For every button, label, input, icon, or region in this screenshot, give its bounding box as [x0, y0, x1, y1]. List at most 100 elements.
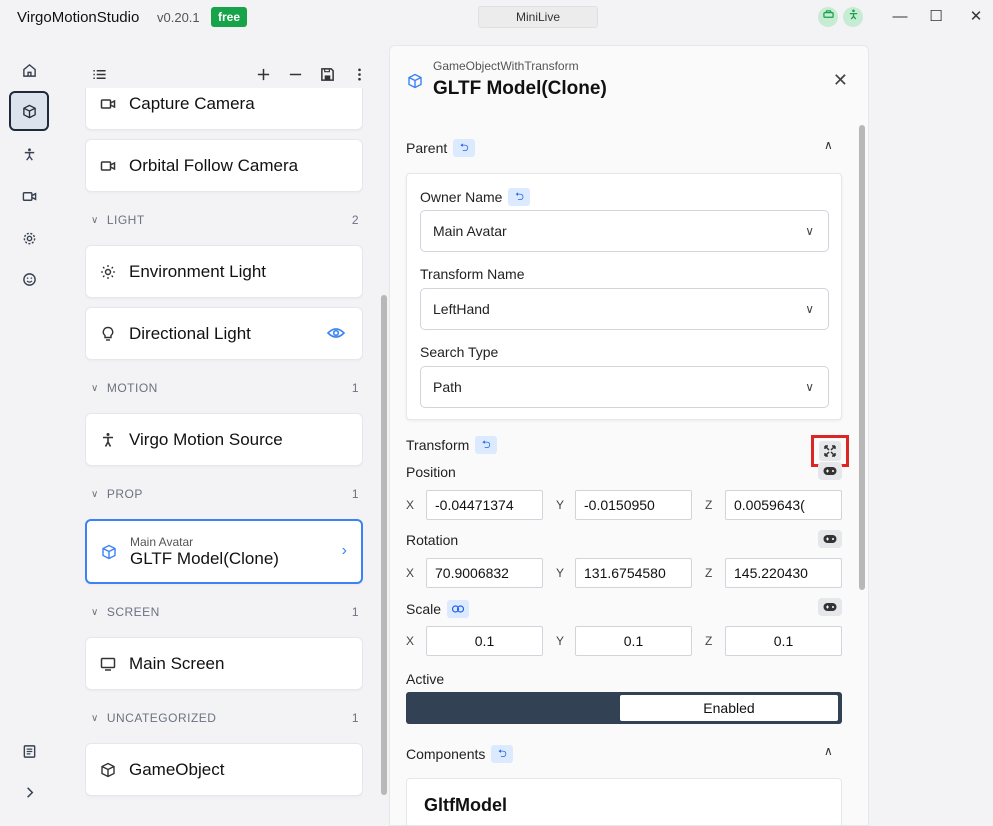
list-item-label: Virgo Motion Source — [129, 429, 283, 449]
rotation-label: Rotation — [406, 532, 459, 548]
section-header-prop[interactable]: ∨ PROP 1 — [91, 484, 363, 504]
rotation-z-input[interactable]: 145.220430 — [725, 558, 842, 588]
gamepad-icon[interactable] — [818, 598, 842, 616]
link-scale-button[interactable] — [447, 600, 470, 618]
list-item-main-screen[interactable]: Main Screen — [85, 637, 363, 690]
expand-rail-button[interactable] — [9, 772, 49, 812]
active-enabled-option[interactable]: Enabled — [620, 695, 838, 721]
scale-z-input[interactable]: 0.1 — [725, 626, 842, 656]
collapse-parent-button[interactable]: ∧ — [824, 138, 833, 152]
position-x-input[interactable]: -0.04471374 — [426, 490, 543, 520]
position-z-input[interactable]: 0.0059643( — [725, 490, 842, 520]
cube-icon — [22, 104, 36, 118]
expression-button[interactable] — [9, 259, 49, 299]
save-button[interactable] — [317, 64, 337, 84]
maximize-button[interactable]: ☐ — [924, 6, 948, 30]
home-icon — [22, 63, 36, 77]
cube-icon — [407, 73, 423, 94]
reset-parent-button[interactable]: ⮌ — [453, 139, 476, 157]
list-item-label: Capture Camera — [129, 93, 255, 113]
list-scrollbar[interactable] — [380, 90, 388, 810]
gamepad-icon[interactable] — [818, 530, 842, 548]
list-view-button[interactable] — [89, 64, 109, 84]
log-button[interactable] — [9, 731, 49, 771]
section-header-motion[interactable]: ∨ MOTION 1 — [91, 378, 363, 398]
chevron-down-icon: ∨ — [91, 382, 99, 394]
eye-icon[interactable] — [326, 326, 346, 345]
section-header-screen[interactable]: ∨ SCREEN 1 — [91, 602, 363, 622]
chevron-down-icon: ∨ — [91, 606, 99, 618]
axis-label: Z — [705, 634, 713, 648]
camera-button[interactable] — [9, 176, 49, 216]
object-list: Capture Camera Orbital Follow Camera ∨ L… — [85, 88, 363, 826]
components-heading: Components ⮌ — [406, 745, 514, 763]
motion-button[interactable] — [9, 134, 49, 174]
list-item-gameobject[interactable]: GameObject — [85, 743, 363, 796]
add-button[interactable] — [253, 64, 273, 84]
reset-components-button[interactable]: ⮌ — [491, 745, 514, 763]
monitor-icon — [100, 656, 116, 672]
list-item-gltf-model-clone[interactable]: Main Avatar GLTF Model(Clone) › — [85, 519, 363, 584]
transform-name-select[interactable]: LeftHand ∨ — [420, 288, 829, 330]
close-panel-button[interactable]: ✕ — [833, 70, 848, 91]
expand-icon — [819, 441, 841, 461]
transform-heading: Transform ⮌ — [406, 436, 498, 454]
document-icon — [23, 744, 35, 758]
section-header-light[interactable]: ∨ LIGHT 2 — [91, 210, 363, 230]
owner-name-select[interactable]: Main Avatar ∨ — [420, 210, 829, 252]
scale-x-input[interactable]: 0.1 — [426, 626, 543, 656]
list-item-orbital-follow-camera[interactable]: Orbital Follow Camera — [85, 139, 363, 192]
owner-name-label: Owner Name ⮌ — [420, 188, 531, 206]
transform-name-label: Transform Name — [420, 266, 525, 282]
nav-rail — [0, 48, 56, 826]
section-header-uncategorized[interactable]: ∨ UNCATEGORIZED 1 — [91, 708, 363, 728]
app-title: VirgoMotionStudio — [17, 9, 140, 26]
objects-button[interactable] — [9, 91, 49, 131]
object-title: GLTF Model(Clone) — [433, 78, 607, 99]
sun-icon — [100, 264, 116, 280]
rotation-y-input[interactable]: 131.6754580 — [575, 558, 692, 588]
list-item-capture-camera[interactable]: Capture Camera — [85, 88, 363, 130]
minilive-button[interactable]: MiniLive — [478, 6, 598, 28]
more-vertical-icon — [357, 68, 361, 80]
car-status-icon[interactable] — [818, 7, 838, 27]
list-item-directional-light[interactable]: Directional Light — [85, 307, 363, 360]
axis-label: Y — [556, 634, 565, 648]
list-item-virgo-motion-source[interactable]: Virgo Motion Source — [85, 413, 363, 466]
component-card[interactable]: GltfModel — [406, 778, 842, 825]
list-toolbar — [85, 60, 370, 88]
home-button[interactable] — [9, 50, 49, 90]
axis-label: X — [406, 634, 415, 648]
list-item-label: GLTF Model(Clone) — [130, 548, 279, 568]
reset-transform-button[interactable]: ⮌ — [475, 436, 498, 454]
search-type-label: Search Type — [420, 344, 499, 360]
axis-label: Y — [556, 566, 565, 580]
rotation-x-input[interactable]: 70.9006832 — [426, 558, 543, 588]
active-label: Active — [406, 671, 445, 687]
position-y-input[interactable]: -0.0150950 — [575, 490, 692, 520]
inspector-scrollbar-thumb[interactable] — [859, 125, 865, 590]
settings-button[interactable] — [9, 218, 49, 258]
scale-heading: Scale — [406, 600, 470, 618]
more-button[interactable] — [349, 64, 369, 84]
collapse-components-button[interactable]: ∧ — [824, 744, 833, 758]
list-item-label: GameObject — [129, 759, 225, 779]
search-type-select[interactable]: Path ∨ — [420, 366, 829, 408]
list-item-label: Orbital Follow Camera — [129, 155, 299, 175]
cube-icon — [100, 762, 116, 778]
person-icon — [100, 432, 116, 448]
list-item-environment-light[interactable]: Environment Light — [85, 245, 363, 298]
chevron-down-icon: ∨ — [805, 380, 814, 394]
gamepad-icon[interactable] — [818, 462, 842, 480]
active-toggle[interactable]: Enabled — [406, 692, 842, 724]
inspector-scrollbar[interactable] — [858, 115, 866, 815]
list-scrollbar-thumb[interactable] — [381, 295, 387, 795]
object-type: GameObjectWithTransform — [433, 59, 579, 73]
remove-button[interactable] — [285, 64, 305, 84]
minimize-button[interactable]: — — [888, 6, 912, 30]
reset-owner-name-button[interactable]: ⮌ — [508, 188, 531, 206]
chevron-down-icon: ∨ — [805, 224, 814, 238]
person-status-icon[interactable] — [843, 7, 863, 27]
scale-y-input[interactable]: 0.1 — [575, 626, 692, 656]
close-window-button[interactable]: ✕ — [964, 6, 988, 30]
